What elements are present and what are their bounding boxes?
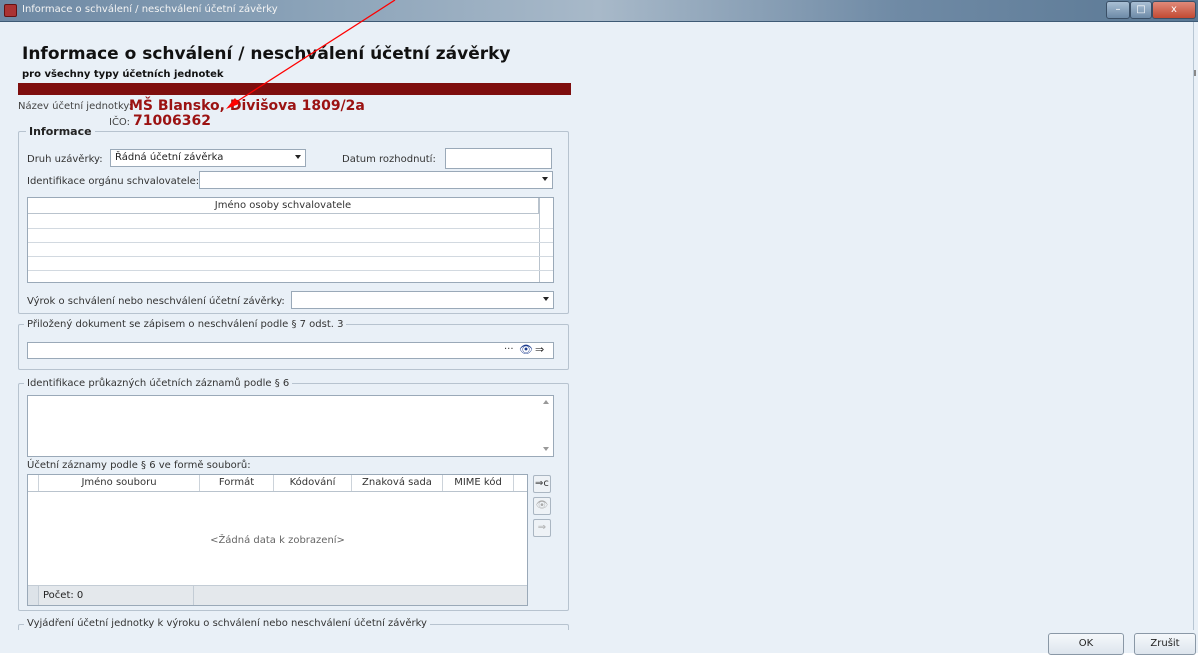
verdict-select[interactable] xyxy=(291,291,554,309)
entity-name-value: MŠ Blansko, Divišova 1809/2a xyxy=(129,98,365,114)
scroll-marker xyxy=(1194,70,1196,76)
files-grid[interactable]: Jméno souboru Formát Kódování Znaková sa… xyxy=(27,474,528,606)
table-row[interactable] xyxy=(28,256,553,257)
ico-label: IČO: xyxy=(109,117,130,128)
export-icon[interactable]: ⇒ xyxy=(535,343,544,356)
files-label: Účetní záznamy podle § 6 ve formě soubor… xyxy=(27,460,251,471)
type-select[interactable]: Řádná účetní závěrka xyxy=(110,149,306,167)
files-grid-footer: Počet: 0 xyxy=(28,585,527,605)
row-indicator-header xyxy=(28,475,39,491)
approver-org-label: Identifikace orgánu schvalovatele: xyxy=(27,176,200,187)
close-button[interactable]: x xyxy=(1152,1,1196,19)
chevron-down-icon xyxy=(543,297,549,301)
footer-strip xyxy=(0,630,1198,653)
count-label: Počet: 0 xyxy=(39,586,194,605)
minimize-button[interactable]: – xyxy=(1106,1,1130,19)
column-header-encoding[interactable]: Kódování xyxy=(274,475,352,491)
ok-button[interactable]: OK xyxy=(1048,633,1124,655)
scroll-divider xyxy=(1193,22,1194,632)
eye-icon[interactable]: 👁 xyxy=(519,343,533,356)
column-header-format[interactable]: Formát xyxy=(200,475,274,491)
files-grid-header: Jméno souboru Formát Kódování Znaková sa… xyxy=(28,475,527,492)
app-icon xyxy=(4,4,17,17)
table-row[interactable] xyxy=(28,270,553,271)
info-group-caption: Informace xyxy=(26,125,95,138)
page-subtitle: pro všechny typy účetních jednotek xyxy=(22,69,224,80)
attached-doc-field[interactable]: ··· 👁 ⇒ xyxy=(27,342,554,359)
approver-org-select[interactable] xyxy=(199,171,553,189)
attached-doc-caption: Přiložený dokument se zápisem o neschvál… xyxy=(24,319,347,330)
footer-indicator xyxy=(28,586,39,605)
approver-name-column-header[interactable]: Jméno osoby schvalovatele xyxy=(28,198,538,214)
decision-date-label: Datum rozhodnutí: xyxy=(342,154,436,165)
scroll-down-icon[interactable] xyxy=(543,447,549,451)
type-label: Druh uzávěrky: xyxy=(27,154,103,165)
add-file-button[interactable]: ⇒c xyxy=(533,475,551,493)
entity-name-label: Název účetní jednotky: xyxy=(18,101,132,112)
title-accent-bar xyxy=(18,83,571,95)
browse-icon[interactable]: ··· xyxy=(504,344,514,355)
scroll-up-icon[interactable] xyxy=(543,400,549,404)
window-title: Informace o schválení / neschválení účet… xyxy=(22,4,278,15)
type-select-value: Řádná účetní závěrka xyxy=(115,152,224,163)
column-header-filename[interactable]: Jméno souboru xyxy=(39,475,200,491)
table-row[interactable] xyxy=(28,228,553,229)
ico-value: 71006362 xyxy=(133,113,211,129)
view-file-button[interactable]: 👁 xyxy=(533,497,551,515)
approver-grid-header: Jméno osoby schvalovatele xyxy=(28,198,539,214)
empty-state-text: <Žádná data k zobrazení> xyxy=(210,535,345,546)
page-title: Informace o schválení / neschválení účet… xyxy=(22,44,511,64)
verdict-label: Výrok o schválení nebo neschválení účetn… xyxy=(27,296,285,307)
table-row[interactable] xyxy=(28,242,553,243)
maximize-button[interactable]: □ xyxy=(1130,1,1152,19)
records-textarea[interactable] xyxy=(27,395,554,457)
records-caption: Identifikace průkazných účetních záznamů… xyxy=(24,378,293,389)
export-file-button[interactable]: ⇒ xyxy=(533,519,551,537)
statement-caption: Vyjádření účetní jednotky k výroku o sch… xyxy=(24,618,430,629)
column-header-charset[interactable]: Znaková sada xyxy=(352,475,443,491)
approver-grid[interactable]: Jméno osoby schvalovatele xyxy=(27,197,554,283)
decision-date-field[interactable] xyxy=(445,148,552,169)
chevron-down-icon xyxy=(542,177,548,181)
cancel-button[interactable]: Zrušit xyxy=(1134,633,1196,655)
column-header-mime[interactable]: MIME kód xyxy=(443,475,514,491)
chevron-down-icon xyxy=(295,155,301,159)
